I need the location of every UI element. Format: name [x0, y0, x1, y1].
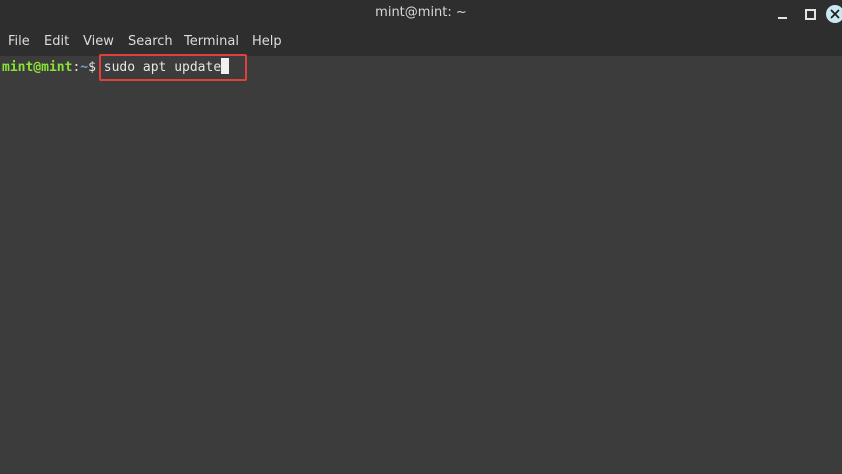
menu-edit[interactable]: Edit [44, 28, 69, 56]
window-title: mint@mint: ~ [375, 5, 467, 20]
command-highlight-box [99, 54, 247, 81]
title-bar[interactable]: mint@mint: ~ [0, 0, 842, 28]
terminal-area[interactable]: mint@mint:~$ sudo apt update [0, 56, 842, 474]
close-button[interactable] [824, 3, 842, 25]
maximize-button[interactable] [799, 3, 821, 25]
menu-view[interactable]: View [83, 28, 114, 56]
prompt-user: mint@mint [2, 60, 73, 75]
menu-terminal[interactable]: Terminal [184, 28, 239, 56]
minimize-icon [777, 16, 787, 19]
minimize-button[interactable] [771, 3, 793, 25]
terminal-window: mint@mint: ~ File Edit View Search Termi… [0, 0, 842, 474]
prompt-path: ~ [80, 60, 89, 75]
menu-search[interactable]: Search [128, 28, 173, 56]
menu-help[interactable]: Help [252, 28, 282, 56]
maximize-icon [804, 8, 816, 20]
close-icon [826, 5, 842, 23]
menu-file[interactable]: File [8, 28, 30, 56]
menu-bar: File Edit View Search Terminal Help [0, 28, 842, 56]
